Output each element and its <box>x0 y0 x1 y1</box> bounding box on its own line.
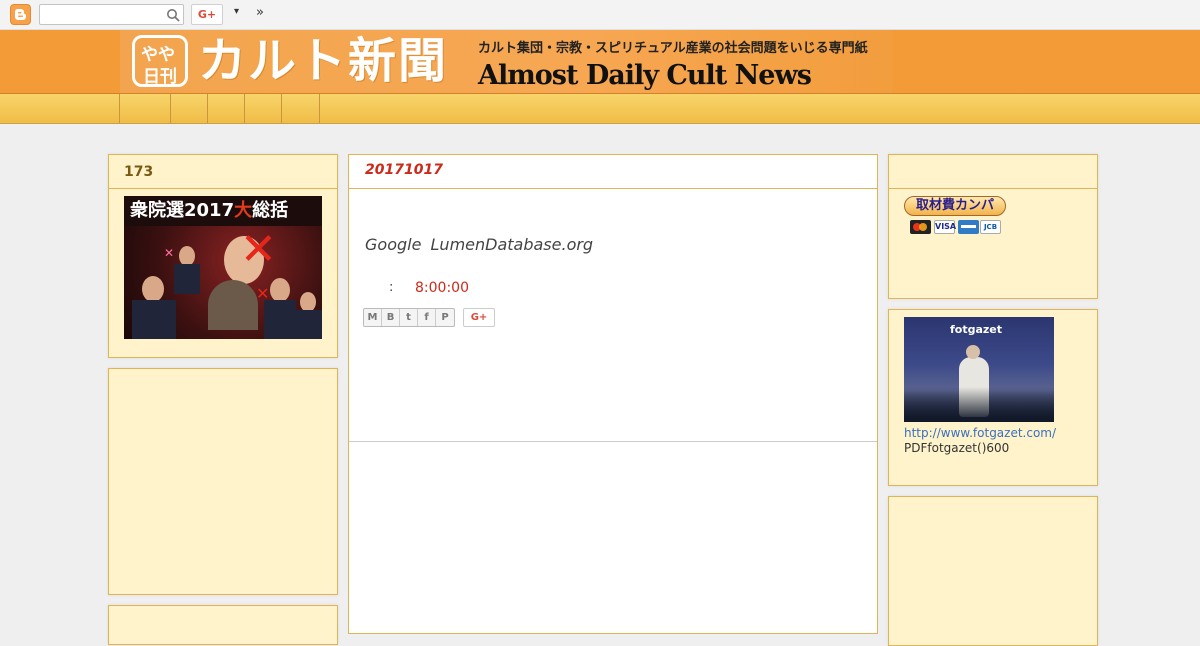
blog-english-title: Almost Daily Cult News <box>478 60 812 91</box>
mastercard-icon <box>910 220 931 234</box>
badge-line2: 日刊 <box>143 67 177 87</box>
suit-shape <box>132 300 176 339</box>
blogger-navbar: G+ ▾ » <box>0 0 1200 30</box>
red-x-icon: ✕ <box>240 224 277 275</box>
right-widget-1: 取材費カンパ VISA JCB <box>888 154 1098 299</box>
red-x-icon: ✕ <box>164 246 175 260</box>
fotgazet-description: PDFfotgazet()600 <box>904 441 1010 455</box>
election-summary-image[interactable]: 衆院選2017大総括 ✕ ✕ ✕ <box>124 196 322 339</box>
tab-bar <box>0 94 1200 124</box>
post-footer-divider <box>349 441 877 442</box>
election-banner-title: 衆院選2017大総括 <box>124 196 322 226</box>
fotgazet-link[interactable]: http://www.fotgazet.com/ <box>904 426 1056 440</box>
gplus-button[interactable]: G+ <box>191 4 223 25</box>
left-widget-3 <box>108 605 338 645</box>
blog-subtitle: カルト集団・宗教・スピリチュアル産業の社会問題をいじる専門紙 <box>478 41 868 56</box>
facebook-share-icon[interactable]: f <box>418 309 436 326</box>
post-timestamp-link[interactable]: 8:00:00 <box>415 280 469 296</box>
pinterest-share-icon[interactable]: P <box>436 309 454 326</box>
search-input[interactable] <box>39 4 184 25</box>
suit-shape <box>174 264 200 294</box>
red-x-icon: ✕ <box>256 284 270 303</box>
twitter-share-icon[interactable]: t <box>400 309 418 326</box>
portrait-face <box>179 246 195 266</box>
share-buttons: M B t f P <box>363 308 455 327</box>
post-header-divider <box>349 188 877 189</box>
donation-banner[interactable]: 取材費カンパ VISA JCB <box>904 196 1007 236</box>
right-widget-2: fotgazet http://www.fotgazet.com/ PDFfot… <box>888 309 1098 486</box>
blog-title: カルト新聞 <box>198 33 449 89</box>
left-widget-2 <box>108 368 338 595</box>
portrait-face <box>142 276 164 302</box>
email-share-icon[interactable]: M <box>364 309 382 326</box>
blogthis-share-icon[interactable]: B <box>382 309 400 326</box>
suit-shape <box>264 300 296 339</box>
donation-button[interactable]: 取材費カンパ <box>904 196 1006 216</box>
more-dropdown-icon[interactable]: ▾ <box>234 6 239 17</box>
search-icon[interactable] <box>166 7 180 26</box>
blogger-icon[interactable] <box>10 4 31 25</box>
banner-badge: やや 日刊 <box>132 35 188 87</box>
blog-header: やや 日刊 カルト新聞 カルト集団・宗教・スピリチュアル産業の社会問題をいじる専… <box>0 30 1200 94</box>
blog-post: 20171017 Google LumenDatabase.org : 8:00… <box>348 154 878 634</box>
amex-icon <box>958 220 979 234</box>
right-widget-3 <box>888 496 1098 646</box>
jcb-icon: JCB <box>980 220 1001 234</box>
tab-3[interactable] <box>207 94 245 123</box>
figure-head <box>966 345 980 359</box>
crowd-shape <box>904 387 1054 422</box>
widget-title: 173 <box>124 164 154 180</box>
widget-header <box>889 155 1097 189</box>
header-banner[interactable]: やや 日刊 カルト新聞 カルト集団・宗教・スピリチュアル産業の社会問題をいじる専… <box>120 30 892 93</box>
suit-shape <box>294 310 322 339</box>
portrait-face <box>270 278 290 302</box>
post-date: 20171017 <box>365 162 443 178</box>
tab-2[interactable] <box>170 94 208 123</box>
overflow-icon[interactable]: » <box>256 5 264 20</box>
tab-4[interactable] <box>244 94 282 123</box>
visa-icon: VISA <box>934 220 956 234</box>
diet-building-shape <box>208 280 258 330</box>
fotgazet-logo: fotgazet <box>950 323 1003 336</box>
portrait-face <box>300 292 316 312</box>
left-widget-1: 173 衆院選2017大総括 ✕ ✕ ✕ <box>108 154 338 358</box>
tab-5[interactable] <box>281 94 320 123</box>
fotgazet-image[interactable]: fotgazet <box>904 317 1054 422</box>
gplus-share-button[interactable]: G+ <box>463 308 495 327</box>
post-body: Google LumenDatabase.org <box>365 235 594 254</box>
post-time-label: : <box>389 280 394 295</box>
widget-header: 173 <box>109 155 337 189</box>
tab-1[interactable] <box>119 94 171 123</box>
